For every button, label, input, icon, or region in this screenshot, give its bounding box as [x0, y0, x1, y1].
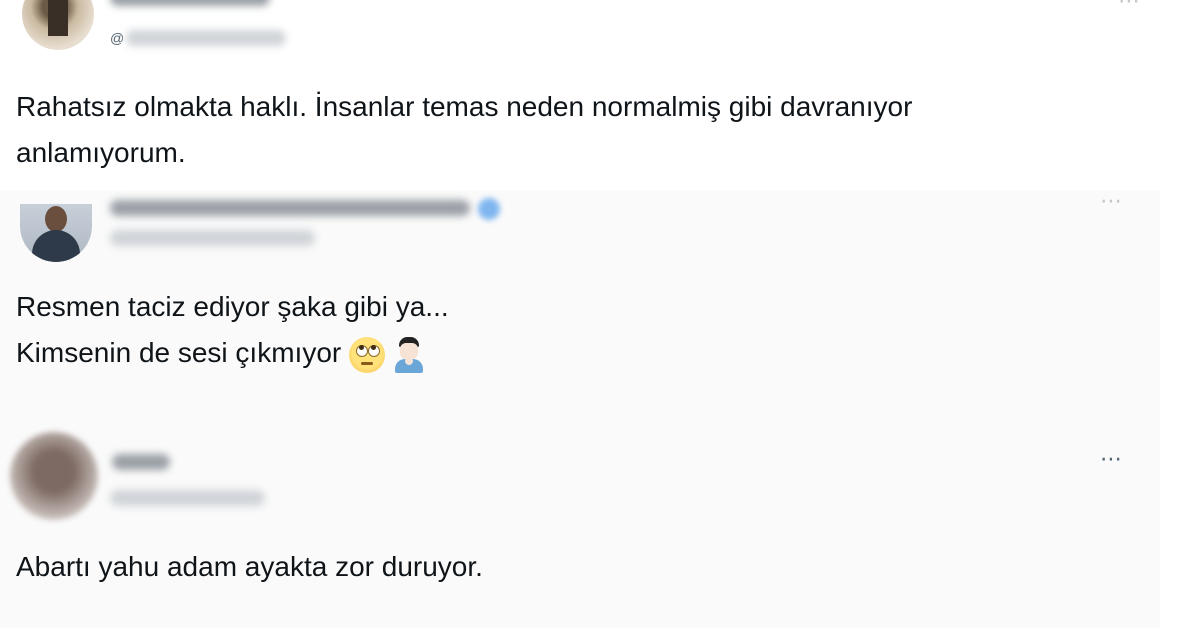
handle-blurred[interactable]: [110, 230, 315, 246]
tweet-body: Resmen taciz ediyor şaka gibi ya... Kims…: [16, 284, 449, 376]
tweet-text-line: Kimsenin de sesi çıkmıyor: [16, 337, 342, 368]
handle-blurred[interactable]: [126, 30, 286, 46]
person-facepalming-icon: [393, 336, 425, 373]
tweet-text-line: Resmen taciz ediyor şaka gibi ya...: [16, 291, 449, 322]
handle-blurred[interactable]: [110, 490, 265, 506]
avatar-image: [48, 0, 68, 36]
more-options-icon[interactable]: ⋯: [1100, 190, 1123, 212]
at-sign: @: [110, 30, 125, 46]
tweet-card[interactable]: @ ⋯ Rahatsız olmakta haklı. İnsanlar tem…: [0, 0, 1160, 190]
verified-badge-icon: [478, 198, 500, 220]
tweet-card[interactable]: ⋯ Abartı yahu adam ayakta zor duruyor.: [0, 410, 1160, 628]
tweet-text: Abartı yahu adam ayakta zor duruyor.: [16, 551, 483, 582]
more-options-icon[interactable]: ⋯: [1100, 448, 1123, 470]
face-with-rolling-eyes-icon: [349, 336, 386, 373]
avatar[interactable]: [20, 204, 92, 262]
display-name-blurred[interactable]: [112, 454, 170, 470]
avatar[interactable]: [10, 432, 98, 520]
more-options-icon[interactable]: ⋯: [1118, 0, 1141, 12]
avatar-body: [32, 230, 80, 262]
tweet-card[interactable]: ⋯ Resmen taciz ediyor şaka gibi ya... Ki…: [0, 190, 1160, 410]
avatar[interactable]: [22, 0, 94, 50]
tweet-text-line-2: Kimsenin de sesi çıkmıyor: [16, 330, 449, 376]
avatar-head: [45, 206, 67, 232]
display-name-blurred[interactable]: [110, 0, 270, 6]
tweet-text: Rahatsız olmakta haklı. İnsanlar temas n…: [16, 91, 913, 168]
display-name-blurred[interactable]: [110, 200, 470, 216]
